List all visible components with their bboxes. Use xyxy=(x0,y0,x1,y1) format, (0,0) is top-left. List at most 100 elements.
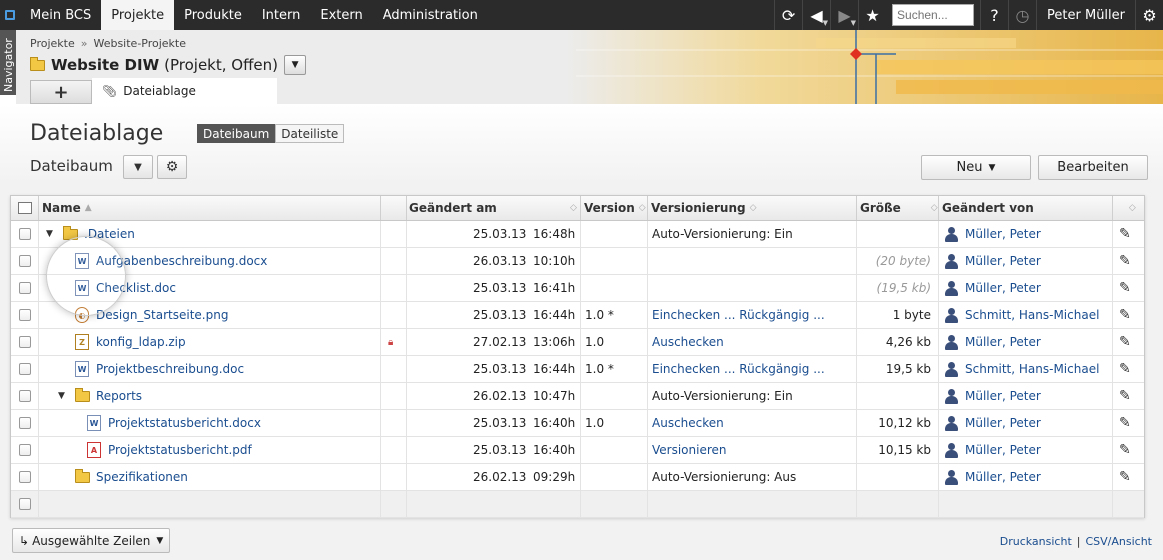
row-checkbox[interactable] xyxy=(19,221,31,247)
breadcrumb-website-projekte[interactable]: Website-Projekte xyxy=(93,37,186,50)
row-checkbox[interactable] xyxy=(19,329,31,355)
table-row[interactable]: W Projektstatusbericht.docx 25.03.13 16:40h… xyxy=(11,410,1144,437)
user-name[interactable]: Peter Müller xyxy=(1036,0,1135,30)
edit-icon[interactable]: ✎ xyxy=(1119,329,1131,355)
changed-by-link[interactable]: Müller, Peter xyxy=(965,248,1041,274)
nav-tab-administration[interactable]: Administration xyxy=(373,0,488,30)
file-name-link[interactable]: Projektstatusbericht.pdf xyxy=(108,437,252,463)
row-checkbox[interactable] xyxy=(19,302,31,328)
changed-by-link[interactable]: Müller, Peter xyxy=(965,383,1041,409)
row-checkbox[interactable] xyxy=(19,437,31,463)
table-row[interactable]: A Projektstatusbericht.pdf 25.03.13 16:40h V… xyxy=(11,437,1144,464)
versioning[interactable]: Auschecken xyxy=(652,410,724,436)
forward-icon[interactable]: ▶ ▼ xyxy=(830,0,858,30)
table-row[interactable]: Zkonfig_ldap.zip 🔒︎ 27.02.13 13:06h 1.0 Ausch… xyxy=(11,329,1144,356)
edit-icon[interactable]: ✎ xyxy=(1119,383,1131,409)
edit-button[interactable]: Bearbeiten xyxy=(1038,155,1148,180)
search-input[interactable] xyxy=(892,4,975,26)
nav-tab-projekte[interactable]: Projekte xyxy=(101,0,175,30)
csv-view-link[interactable]: CSV/Ansicht xyxy=(1085,535,1152,548)
row-checkbox[interactable] xyxy=(19,275,31,301)
user-icon xyxy=(944,356,965,382)
file-name-link[interactable]: Design_Startseite.png xyxy=(96,302,228,328)
edit-icon[interactable]: ✎ xyxy=(1119,464,1131,490)
timer-icon[interactable]: ◷ xyxy=(1008,0,1036,30)
file-name-link[interactable]: .Dateien xyxy=(84,221,135,247)
col-header-versioning[interactable]: Versionierung ◇ xyxy=(651,196,757,220)
edit-icon[interactable]: ✎ xyxy=(1119,437,1131,463)
file-name-link[interactable]: konfig_ldap.zip xyxy=(96,329,186,355)
project-menu-button[interactable]: ▼ xyxy=(284,55,307,75)
edit-icon[interactable]: ✎ xyxy=(1119,356,1131,382)
view-settings-button[interactable]: ⚙ xyxy=(157,155,187,179)
help-icon[interactable]: ? xyxy=(980,0,1008,30)
col-header-name[interactable]: Name ▲ xyxy=(42,196,92,220)
file-name-link[interactable]: Aufgabenbeschreibung.docx xyxy=(96,248,267,274)
expand-toggle-icon[interactable]: ▼ xyxy=(58,383,70,409)
changed-by-link[interactable]: Schmitt, Hans-Michael xyxy=(965,356,1099,382)
navigator-tab[interactable]: Navigator xyxy=(0,30,16,95)
row-checkbox[interactable] xyxy=(19,491,31,517)
versioning[interactable]: Einchecken ... Rückgängig ... xyxy=(652,356,825,382)
row-checkbox[interactable] xyxy=(19,356,31,382)
file-name-link[interactable]: Projektstatusbericht.docx xyxy=(108,410,261,436)
versioning[interactable]: Einchecken ... Rückgängig ... xyxy=(652,302,825,328)
col-header-size[interactable]: Größe ◇ xyxy=(860,196,938,220)
file-name-link[interactable]: Checklist.doc xyxy=(96,275,176,301)
col-header-version[interactable]: Version ◇ xyxy=(584,196,646,220)
versioning[interactable]: Versionieren xyxy=(652,437,727,463)
row-checkbox[interactable] xyxy=(19,248,31,274)
new-button[interactable]: Neu ▼ xyxy=(921,155,1031,180)
table-row[interactable]: ▼ .Dateien 25.03.13 16:48h Auto-Versionierun… xyxy=(11,221,1144,248)
changed-by-link[interactable]: Müller, Peter xyxy=(965,437,1041,463)
file-name-link[interactable]: Spezifikationen xyxy=(96,464,188,490)
table-row[interactable]: Spezifikationen 26.02.13 09:29h Auto-Versio… xyxy=(11,464,1144,491)
back-icon[interactable]: ◀ ▼ xyxy=(802,0,830,30)
nav-tab-intern[interactable]: Intern xyxy=(252,0,311,30)
table-row[interactable]: W Aufgabenbeschreibung.docx 26.03.13 10:10h… xyxy=(11,248,1144,275)
table-row[interactable]: ▼ Reports 26.02.13 10:47h Auto-Versionierung… xyxy=(11,383,1144,410)
row-checkbox[interactable] xyxy=(19,410,31,436)
table-row[interactable]: ◐ Design_Startseite.png 25.03.13 16:44h 1.0 … xyxy=(11,302,1144,329)
star-icon[interactable]: ★ xyxy=(858,0,886,30)
col-header-date[interactable]: Geändert am xyxy=(409,196,497,220)
edit-icon[interactable]: ✎ xyxy=(1119,248,1131,274)
tab-dateiablage[interactable]: 📎︎ Dateiablage xyxy=(92,78,277,104)
row-checkbox[interactable] xyxy=(19,464,31,490)
edit-icon[interactable]: ✎ xyxy=(1119,410,1131,436)
view-toggle-dateibaum[interactable]: Dateibaum xyxy=(197,124,276,143)
selected-rows-button[interactable]: ↳ Ausgewählte Zeilen ▼ xyxy=(12,528,171,553)
view-dropdown-button[interactable]: ▼ xyxy=(123,155,153,179)
file-name-link[interactable]: Projektbeschreibung.doc xyxy=(96,356,244,382)
file-name-link[interactable]: Reports xyxy=(96,383,142,409)
changed-by-link[interactable]: Müller, Peter xyxy=(965,275,1041,301)
versioning[interactable]: Auschecken xyxy=(652,329,724,355)
breadcrumb-projekte[interactable]: Projekte xyxy=(30,37,75,50)
changed-date: 25.03.13 xyxy=(473,227,527,241)
row-checkbox[interactable] xyxy=(19,383,31,409)
print-view-link[interactable]: Druckansicht xyxy=(1000,535,1072,548)
nav-tab-extern[interactable]: Extern xyxy=(310,0,372,30)
changed-by-link[interactable]: Müller, Peter xyxy=(965,410,1041,436)
view-toggle-dateiliste[interactable]: Dateiliste xyxy=(275,124,345,143)
edit-icon[interactable]: ✎ xyxy=(1119,302,1131,328)
column-chooser-icon[interactable] xyxy=(18,196,32,220)
gear-icon[interactable]: ⚙ xyxy=(1135,0,1163,30)
app-icon[interactable] xyxy=(0,0,20,30)
nav-tab-produkte[interactable]: Produkte xyxy=(174,0,252,30)
table-row[interactable]: W Checklist.doc 25.03.13 16:41h (19,5 kb) Mül… xyxy=(11,275,1144,302)
changed-date: 25.03.13 xyxy=(473,362,527,376)
changed-by-link[interactable]: Müller, Peter xyxy=(965,221,1041,247)
refresh-icon[interactable]: ⟳ xyxy=(774,0,802,30)
changed-by-link[interactable]: Müller, Peter xyxy=(965,329,1041,355)
edit-icon[interactable]: ✎ xyxy=(1119,275,1131,301)
changed-by-link[interactable]: Müller, Peter xyxy=(965,464,1041,490)
edit-icon[interactable]: ✎ xyxy=(1119,221,1131,247)
add-tab-button[interactable]: + xyxy=(30,80,92,104)
nav-tab-mein-bcs[interactable]: Mein BCS xyxy=(20,0,101,30)
changed-time: 16:41h xyxy=(533,281,576,295)
changed-by-link[interactable]: Schmitt, Hans-Michael xyxy=(965,302,1099,328)
col-header-user[interactable]: Geändert von ◇ xyxy=(942,196,1136,220)
expand-toggle-icon[interactable]: ▼ xyxy=(46,221,58,247)
table-row[interactable]: W Projektbeschreibung.doc 25.03.13 16:44h 1.… xyxy=(11,356,1144,383)
